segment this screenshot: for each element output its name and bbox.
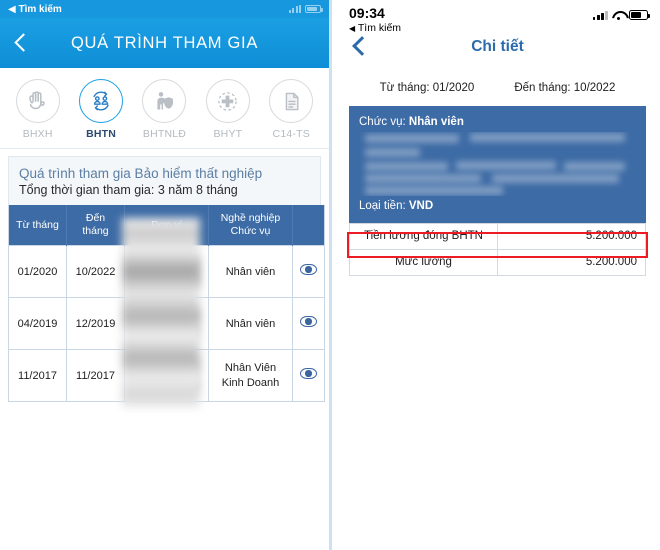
cell-unit-redacted bbox=[124, 245, 209, 299]
back-button[interactable] bbox=[349, 36, 369, 56]
col-header-to-line1: Đến bbox=[85, 212, 106, 224]
cell-view-action[interactable] bbox=[292, 297, 325, 351]
page-title: QUÁ TRÌNH THAM GIA bbox=[70, 33, 259, 52]
back-to-search-label[interactable]: ◀ Tìm kiếm bbox=[349, 22, 401, 34]
role-value: Nhân viên bbox=[408, 116, 464, 128]
currency-line: Loại tiền: VND bbox=[359, 198, 636, 215]
cell-job: Nhân viên bbox=[208, 245, 293, 299]
currency-label: Loại tiền: bbox=[359, 200, 406, 213]
tab-bhyt-label: BHYT bbox=[213, 128, 243, 140]
right-status-icons bbox=[592, 6, 651, 20]
col-header-job-line2: Chức vụ bbox=[230, 225, 271, 238]
table-row[interactable]: 11/2017 11/2017 Nhân Viên Kinh Doanh bbox=[8, 349, 325, 403]
table-row[interactable]: 01/2020 10/2022 Nhân viên bbox=[8, 245, 325, 299]
eye-icon[interactable] bbox=[300, 368, 317, 380]
document-icon bbox=[269, 79, 314, 123]
cell-job-line2: Kinh Doanh bbox=[221, 376, 280, 389]
participation-table: Từ tháng Đến tháng Đơn vị Nghề nghiệp Ch… bbox=[8, 205, 325, 403]
detail-info-card: Chức vụ: Nhân viên Loại tiền: VND bbox=[349, 106, 646, 223]
tab-bhtn-label: BHTN bbox=[86, 128, 117, 140]
hands-heart-icon bbox=[15, 79, 60, 123]
screenshot-root: ◀ Tìm kiếm QUÁ TRÌNH THAM GIA BHXH BHTN … bbox=[0, 0, 660, 550]
redacted-content bbox=[132, 306, 201, 341]
left-navbar: QUÁ TRÌNH THAM GIA bbox=[0, 18, 329, 68]
cell-from: 04/2019 bbox=[8, 297, 67, 351]
tab-c14ts[interactable]: C14-TS bbox=[261, 79, 321, 140]
people-cycle-icon bbox=[79, 79, 124, 123]
col-header-to-line2: tháng bbox=[82, 225, 109, 238]
table-body: 01/2020 10/2022 Nhân viên 04/2019 12/201… bbox=[8, 245, 325, 403]
left-status-bar: ◀ Tìm kiếm bbox=[0, 0, 329, 18]
category-tabs: BHXH BHTN BHTNLĐ BHYT C14-TS bbox=[0, 68, 329, 149]
right-status-bar: 09:34 ◀ Tìm kiếm bbox=[335, 0, 660, 34]
cell-view-action[interactable] bbox=[292, 349, 325, 403]
redacted-content bbox=[132, 254, 201, 289]
col-header-unit: Đơn vị bbox=[124, 205, 209, 246]
col-header-job: Nghề nghiệp Chức vụ bbox=[208, 205, 293, 246]
currency-value: VND bbox=[408, 200, 434, 213]
right-status-left: 09:34 ◀ Tìm kiếm bbox=[349, 6, 401, 34]
cell-to: 11/2017 bbox=[66, 349, 125, 403]
cell-to: 12/2019 bbox=[66, 297, 125, 351]
cell-to: 10/2022 bbox=[66, 245, 125, 299]
cell-job: Nhân viên bbox=[208, 297, 293, 351]
left-status-icons bbox=[288, 5, 323, 13]
redacted-content bbox=[132, 358, 201, 393]
col-header-to: Đến tháng bbox=[66, 205, 125, 246]
role-label: Chức vụ: bbox=[359, 116, 406, 128]
eye-icon[interactable] bbox=[300, 316, 317, 328]
cell-unit-redacted bbox=[124, 297, 209, 351]
tab-c14ts-label: C14-TS bbox=[272, 128, 310, 140]
redacted-card-content bbox=[359, 132, 636, 196]
tab-bhtn[interactable]: BHTN bbox=[71, 79, 131, 140]
salary-table: Tiền lương đóng BHTN 5.200.000 Mức lương… bbox=[349, 222, 646, 276]
wifi-icon bbox=[612, 10, 625, 20]
tab-bhtnld[interactable]: BHTNLĐ bbox=[134, 79, 194, 140]
cell-view-action[interactable] bbox=[292, 245, 325, 299]
table-row-base-salary[interactable]: Mức lương 5.200.000 bbox=[349, 248, 646, 276]
tab-bhyt[interactable]: BHYT bbox=[198, 79, 258, 140]
tab-bhxh[interactable]: BHXH bbox=[8, 79, 68, 140]
tab-bhxh-label: BHXH bbox=[22, 128, 53, 140]
base-salary-label: Mức lương bbox=[349, 248, 498, 276]
col-header-job-line1: Nghề nghiệp bbox=[220, 212, 281, 224]
role-line: Chức vụ: Nhân viên bbox=[359, 114, 636, 131]
participation-summary: Quá trình tham gia Bảo hiểm thất nghiệp … bbox=[8, 156, 321, 205]
month-range: Từ tháng: 01/2020 Đến tháng: 10/2022 bbox=[335, 68, 660, 106]
participation-subtitle: Tổng thời gian tham gia: 3 năm 8 tháng bbox=[19, 183, 238, 197]
tab-bhtnld-label: BHTNLĐ bbox=[142, 128, 187, 140]
participation-title: Quá trình tham gia Bảo hiểm thất nghiệp bbox=[19, 166, 263, 181]
cell-unit-redacted bbox=[124, 349, 209, 403]
back-to-search-text: Tìm kiếm bbox=[357, 21, 402, 34]
cell-job-line1: Nhân Viên bbox=[224, 362, 277, 375]
col-header-action bbox=[292, 205, 325, 246]
clock-time: 09:34 bbox=[349, 5, 385, 21]
month-to: Đến tháng: 10/2022 bbox=[514, 82, 616, 94]
cell-from: 01/2020 bbox=[8, 245, 67, 299]
col-header-from: Từ tháng bbox=[8, 205, 67, 246]
base-salary-value: 5.200.000 bbox=[497, 248, 646, 276]
bhtn-salary-label: Tiền lương đóng BHTN bbox=[349, 222, 498, 250]
cell-from: 11/2017 bbox=[8, 349, 67, 403]
battery-icon bbox=[629, 10, 651, 20]
worker-shield-icon bbox=[142, 79, 187, 123]
triangle-left-icon: ◀ bbox=[349, 23, 356, 33]
detail-page-title: Chi tiết bbox=[471, 38, 524, 55]
right-phone-panel: 09:34 ◀ Tìm kiếm Chi tiết Từ tháng: 01/2… bbox=[335, 0, 660, 550]
eye-icon[interactable] bbox=[300, 264, 317, 276]
left-status-search-label[interactable]: ◀ Tìm kiếm bbox=[8, 4, 62, 15]
table-row[interactable]: 04/2019 12/2019 Nhân viên bbox=[8, 297, 325, 351]
cell-job: Nhân Viên Kinh Doanh bbox=[208, 349, 293, 403]
battery-icon bbox=[305, 5, 323, 13]
right-navbar: Chi tiết bbox=[335, 34, 660, 68]
cellular-signal-icon bbox=[288, 5, 301, 13]
cellular-signal-icon bbox=[592, 10, 608, 20]
back-button[interactable] bbox=[10, 32, 32, 54]
left-phone-panel: ◀ Tìm kiếm QUÁ TRÌNH THAM GIA BHXH BHTN … bbox=[0, 0, 332, 550]
table-row-bhtn-salary[interactable]: Tiền lương đóng BHTN 5.200.000 bbox=[349, 222, 646, 250]
medical-cross-icon bbox=[205, 79, 250, 123]
bhtn-salary-value: 5.200.000 bbox=[497, 222, 646, 250]
table-header-row: Từ tháng Đến tháng Đơn vị Nghề nghiệp Ch… bbox=[8, 205, 325, 246]
month-from: Từ tháng: 01/2020 bbox=[379, 82, 475, 94]
